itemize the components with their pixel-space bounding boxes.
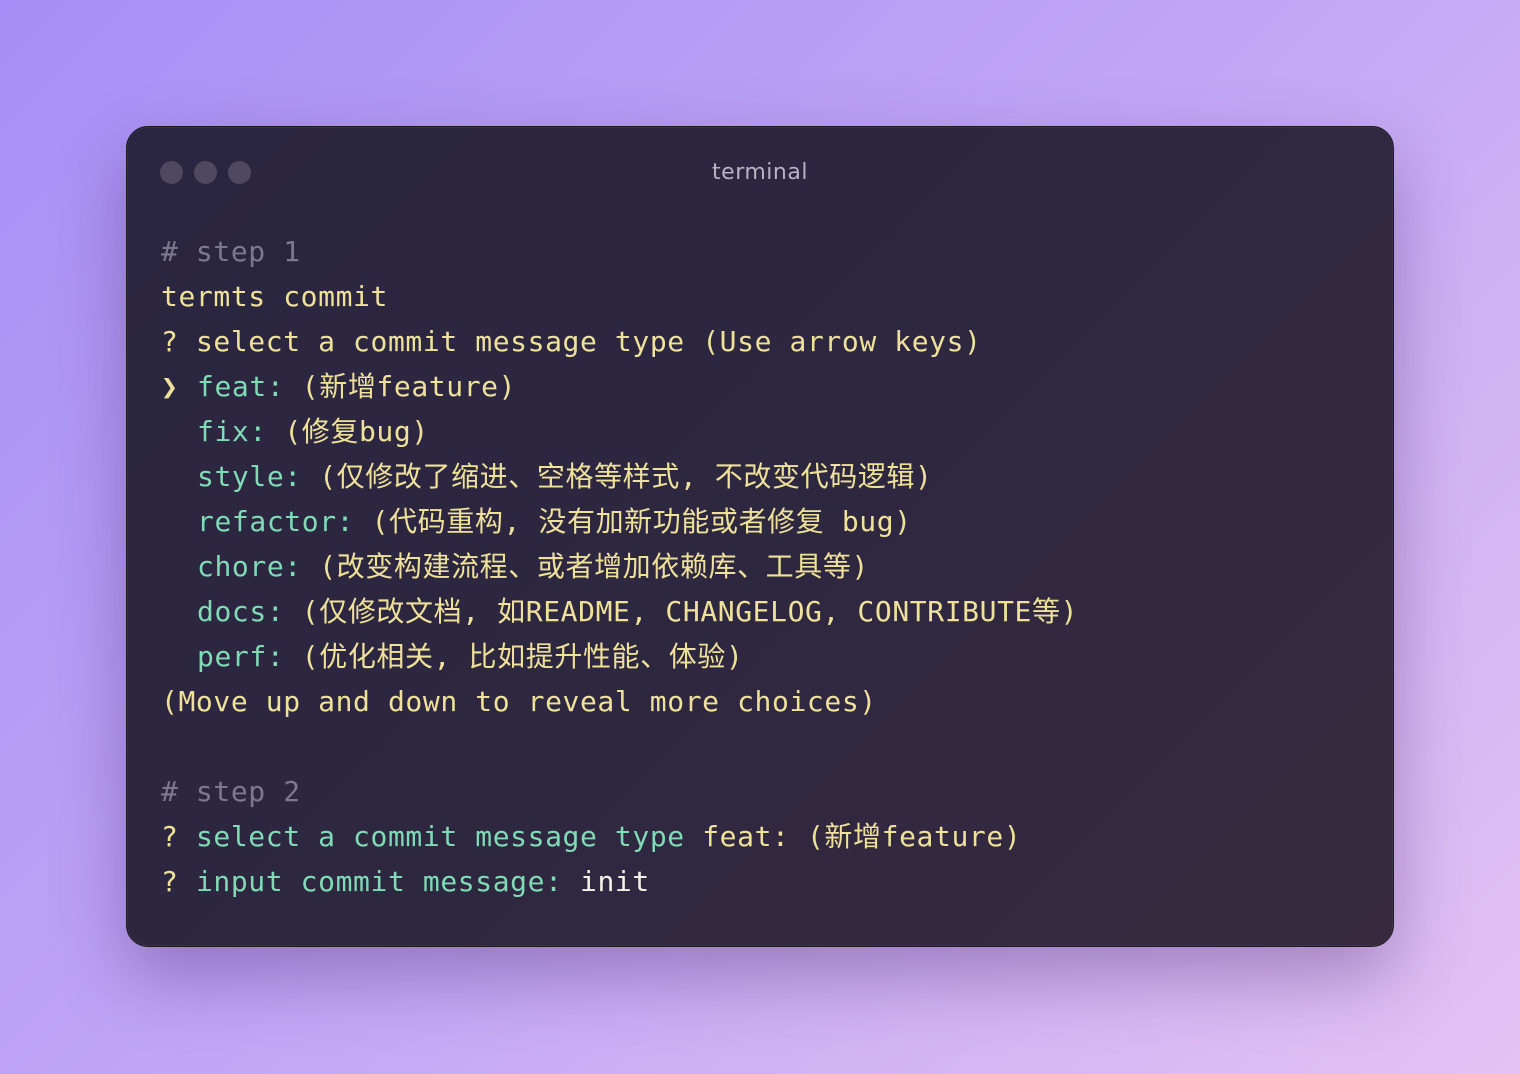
question-mark-icon: ? bbox=[161, 865, 179, 898]
hint-text: (Move up and down to reveal more choices… bbox=[161, 685, 877, 718]
commit-message-input[interactable]: init bbox=[580, 865, 650, 898]
prompt-text: select a commit message type (Use arrow … bbox=[195, 325, 982, 358]
option-desc: (改变构建流程、或者增加依赖库、工具等) bbox=[319, 550, 869, 583]
option-key: feat: bbox=[197, 370, 285, 403]
input-label: input commit message: bbox=[195, 865, 563, 898]
option-docs[interactable]: docs: (仅修改文档, 如README, CHANGELOG, CONTRI… bbox=[161, 589, 1373, 634]
option-key: fix: bbox=[197, 415, 267, 448]
terminal-output: # step 1 termts commit ? select a commit… bbox=[161, 229, 1373, 904]
option-fix[interactable]: fix: (修复bug) bbox=[161, 409, 1373, 454]
option-desc: (仅修改文档, 如README, CHANGELOG, CONTRIBUTE等) bbox=[301, 595, 1079, 628]
option-key: perf: bbox=[197, 640, 285, 673]
option-desc: (修复bug) bbox=[284, 415, 429, 448]
option-perf[interactable]: perf: (优化相关, 比如提升性能、体验) bbox=[161, 634, 1373, 679]
option-key: docs: bbox=[197, 595, 285, 628]
prompt-line: ? select a commit message type (Use arro… bbox=[161, 319, 1373, 364]
option-key: style: bbox=[197, 460, 302, 493]
option-desc: (新增feature) bbox=[301, 370, 517, 403]
option-refactor[interactable]: refactor: (代码重构, 没有加新功能或者修复 bug) bbox=[161, 499, 1373, 544]
option-key: chore: bbox=[197, 550, 302, 583]
command-line: termts commit bbox=[161, 280, 388, 313]
option-desc: (优化相关, 比如提升性能、体验) bbox=[301, 640, 744, 673]
option-desc: (代码重构, 没有加新功能或者修复 bug) bbox=[371, 505, 912, 538]
option-key: refactor: bbox=[197, 505, 355, 538]
step2-comment: # step 2 bbox=[161, 775, 301, 808]
terminal-window: terminal # step 1 termts commit ? select… bbox=[126, 126, 1394, 947]
question-mark-icon: ? bbox=[161, 820, 179, 853]
title-bar: terminal bbox=[127, 127, 1393, 219]
option-chore[interactable]: chore: (改变构建流程、或者增加依赖库、工具等) bbox=[161, 544, 1373, 589]
option-feat[interactable]: ❯ feat: (新增feature) bbox=[161, 364, 1373, 409]
step1-comment: # step 1 bbox=[161, 235, 301, 268]
question-mark-icon: ? bbox=[161, 325, 179, 358]
answered-type-line: ? select a commit message type feat: (新增… bbox=[161, 814, 1373, 859]
pointer-icon: ❯ bbox=[161, 370, 179, 403]
option-desc: (仅修改了缩进、空格等样式, 不改变代码逻辑) bbox=[319, 460, 933, 493]
option-style[interactable]: style: (仅修改了缩进、空格等样式, 不改变代码逻辑) bbox=[161, 454, 1373, 499]
window-title: terminal bbox=[712, 160, 808, 185]
message-input-line[interactable]: ? input commit message: init bbox=[161, 859, 1373, 904]
answered-label: select a commit message type bbox=[195, 820, 685, 853]
answered-value: feat: (新增feature) bbox=[702, 820, 1022, 853]
